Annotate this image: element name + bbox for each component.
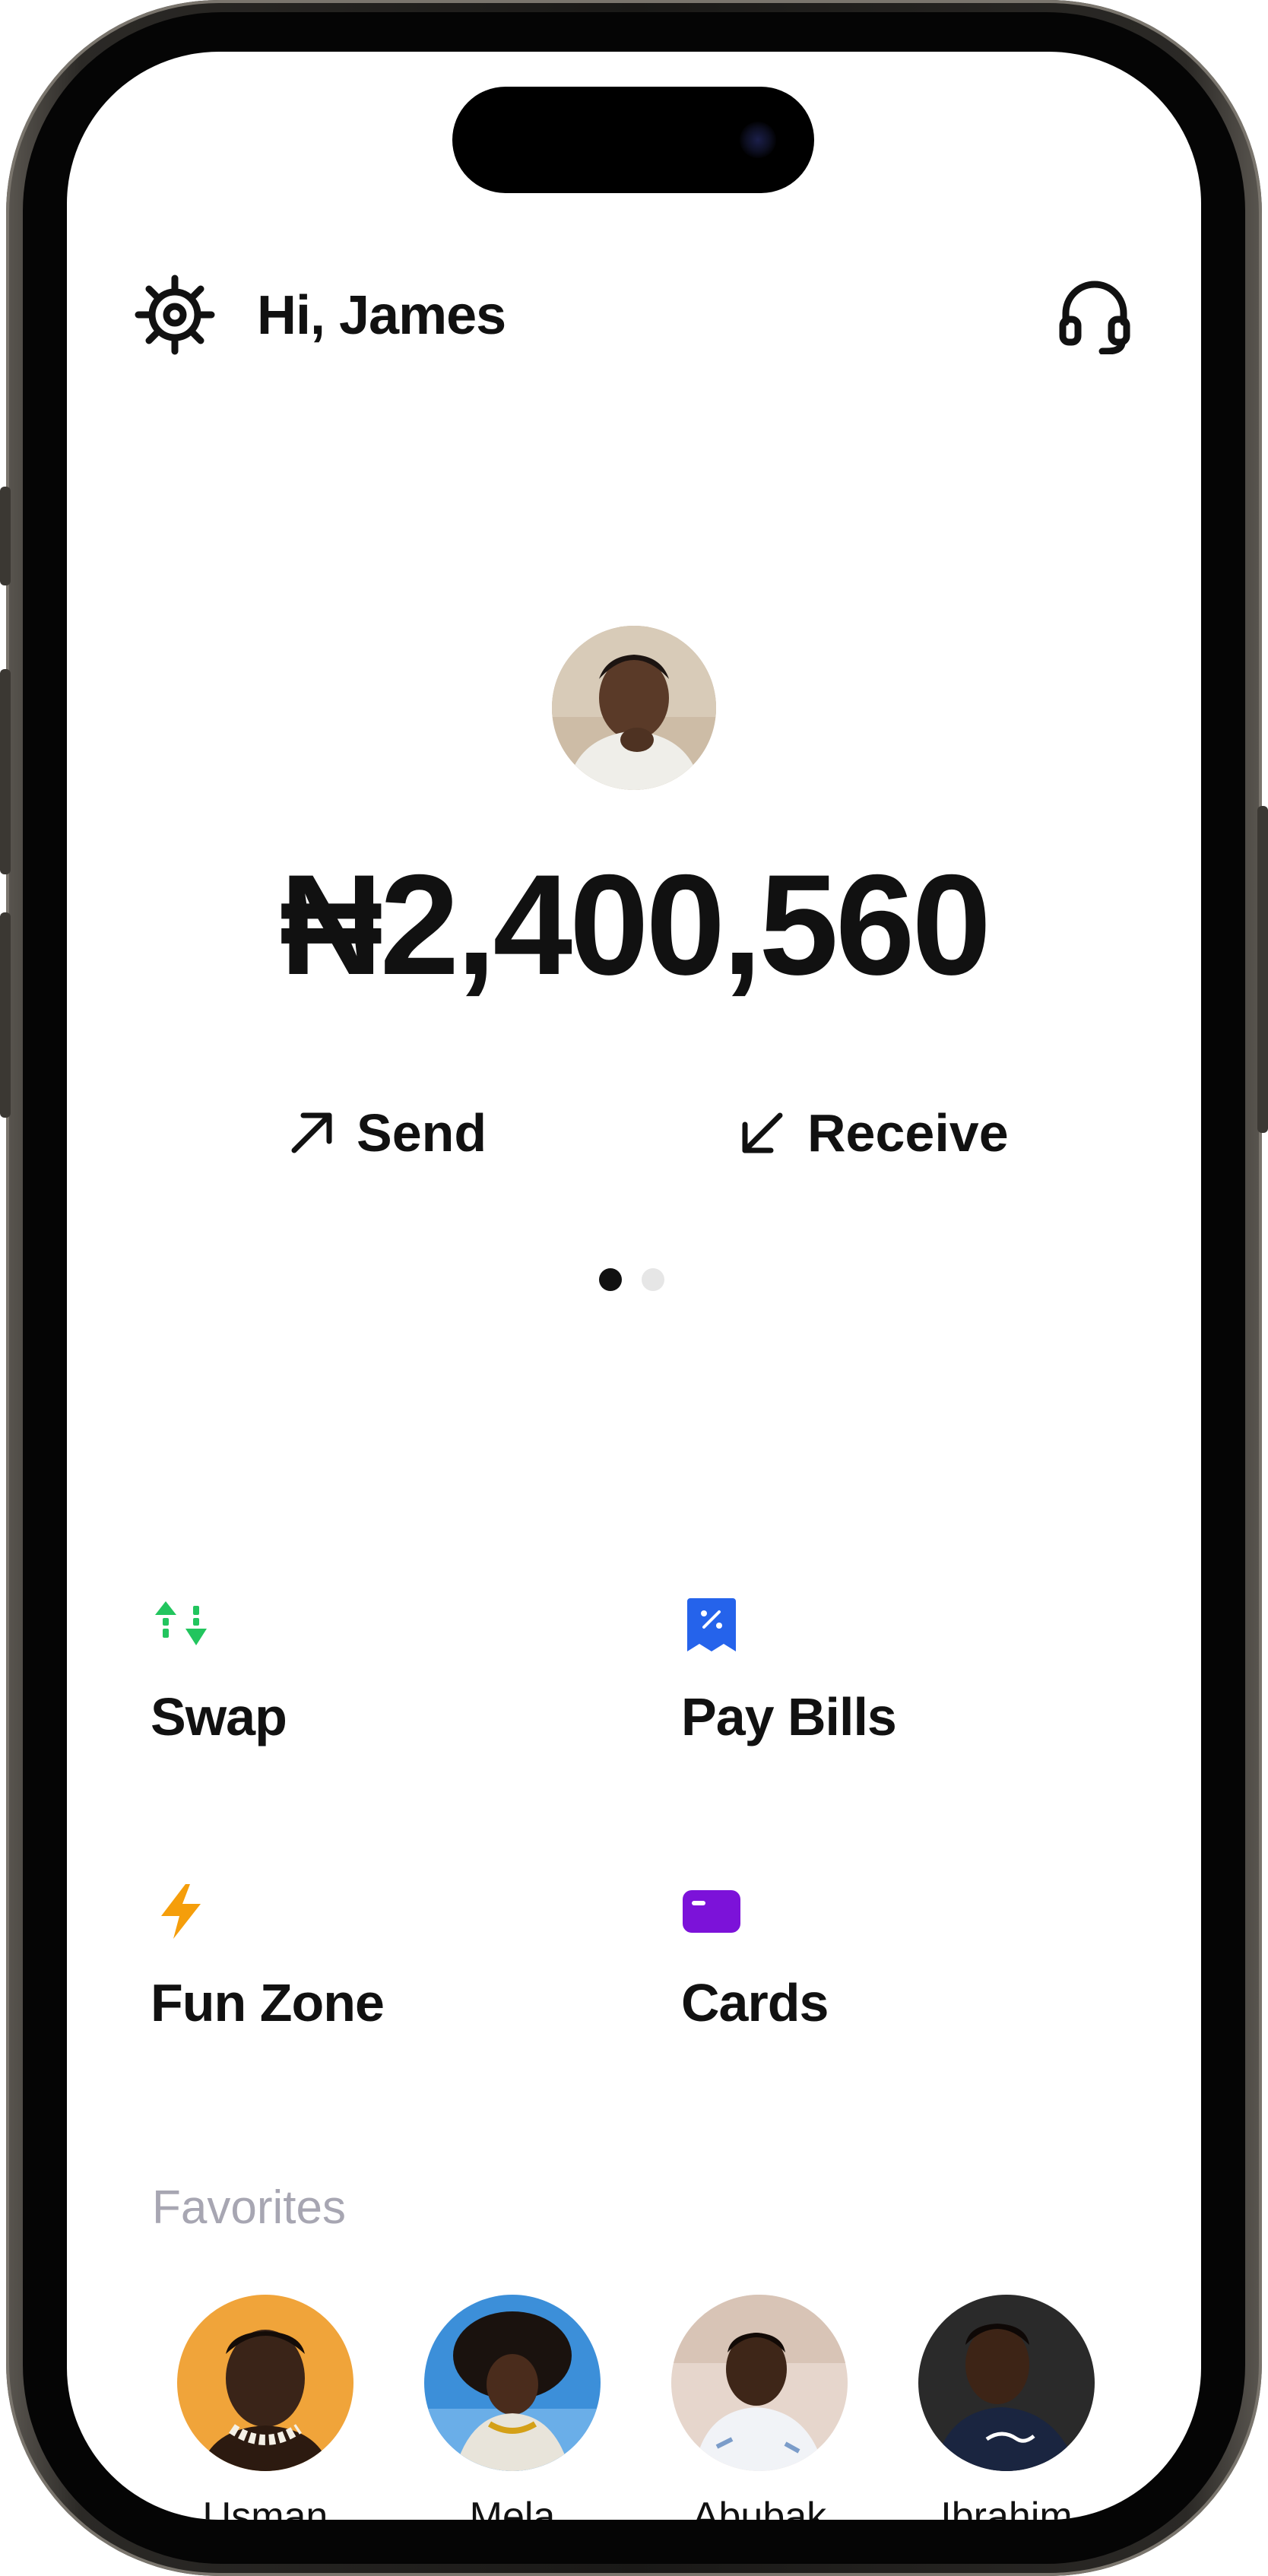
- balance-amount: ₦2,400,560: [279, 845, 991, 1004]
- fun-zone-label: Fun Zone: [151, 1973, 385, 2032]
- arrow-down-left-icon: [742, 1112, 783, 1153]
- profile-avatar[interactable]: [552, 626, 716, 790]
- avatar: [671, 2295, 848, 2471]
- card-icon: [683, 1890, 740, 1933]
- arrow-up-right-icon: [291, 1112, 332, 1153]
- receipt-percent-icon: [687, 1598, 736, 1651]
- swap-arrows-icon: [155, 1601, 207, 1645]
- settings-button[interactable]: [134, 274, 216, 356]
- send-button[interactable]: Send: [285, 1095, 487, 1171]
- favorite-contact[interactable]: Usman: [177, 2295, 353, 2520]
- camera-icon: [740, 122, 776, 158]
- support-button[interactable]: [1055, 275, 1134, 355]
- lightning-icon: [161, 1884, 201, 1939]
- cards-tile[interactable]: Cards: [681, 1881, 1137, 2079]
- page-indicator[interactable]: [599, 1268, 664, 1291]
- swap-tile[interactable]: Swap: [151, 1595, 607, 1793]
- power-button: [1257, 806, 1268, 1133]
- favorite-contact[interactable]: Abubak: [671, 2295, 848, 2520]
- dynamic-island: [452, 87, 814, 193]
- avatar: [918, 2295, 1095, 2471]
- favorites-list: Usman Mela Abubak Ibrahim: [177, 2295, 1120, 2520]
- page-dot[interactable]: [642, 1268, 664, 1291]
- receive-button[interactable]: Receive: [736, 1095, 1009, 1171]
- contact-name: Mela: [469, 2495, 556, 2520]
- send-label: Send: [357, 1103, 487, 1163]
- profile-photo: [552, 626, 716, 790]
- contact-name: Abubak: [692, 2495, 827, 2520]
- fun-zone-tile[interactable]: Fun Zone: [151, 1881, 607, 2079]
- favorite-contact[interactable]: Mela: [424, 2295, 601, 2520]
- avatar: [424, 2295, 601, 2471]
- top-bar: Hi, James: [134, 257, 1134, 356]
- cards-label: Cards: [681, 1973, 829, 2032]
- gear-icon: [135, 274, 215, 355]
- receive-label: Receive: [807, 1103, 1009, 1163]
- swap-label: Swap: [151, 1687, 287, 1746]
- headset-icon: [1059, 281, 1130, 355]
- contact-name: Usman: [202, 2495, 328, 2520]
- app-screen: Hi, James ₦2,400,560 Send Receive Swap P…: [67, 52, 1201, 2520]
- greeting-text: Hi, James: [257, 285, 506, 346]
- page-dot-active[interactable]: [599, 1268, 622, 1291]
- pay-bills-tile[interactable]: Pay Bills: [681, 1595, 1137, 1793]
- volume-up-button: [0, 669, 11, 874]
- avatar: [177, 2295, 353, 2471]
- favorites-heading: Favorites: [152, 2181, 346, 2234]
- contact-name: Ibrahim: [940, 2495, 1073, 2520]
- action-button: [0, 487, 11, 585]
- volume-down-button: [0, 912, 11, 1118]
- pay-bills-label: Pay Bills: [681, 1687, 897, 1746]
- favorite-contact[interactable]: Ibrahim: [918, 2295, 1095, 2520]
